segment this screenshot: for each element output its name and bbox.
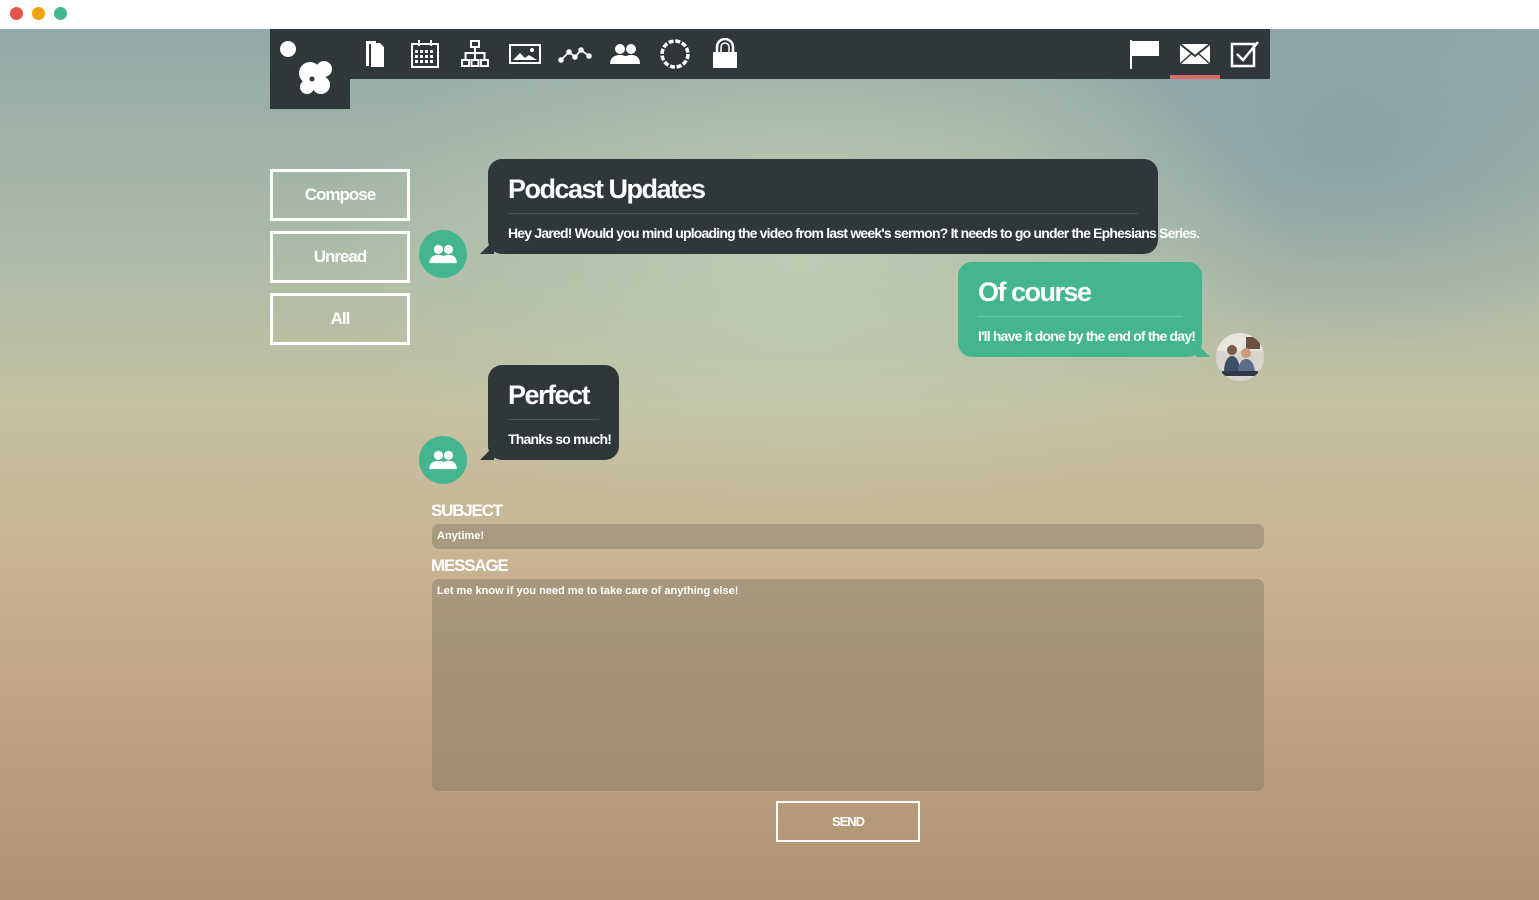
users-icon xyxy=(429,244,457,264)
subject-input[interactable]: Anytime! xyxy=(432,524,1264,549)
top-navbar xyxy=(270,29,1270,79)
users-icon xyxy=(429,450,457,470)
message-bubble[interactable]: Podcast Updates Hey Jared! Would you min… xyxy=(488,159,1200,254)
lock-icon[interactable] xyxy=(700,29,750,79)
message-textarea[interactable]: Let me know if you need me to take care … xyxy=(432,579,1264,791)
message-text: Hey Jared! Would you mind uploading the … xyxy=(508,225,1200,241)
bubble-tail xyxy=(1196,343,1210,357)
document-icon[interactable] xyxy=(350,29,400,79)
compose-button[interactable]: Compose xyxy=(270,169,410,221)
analytics-icon[interactable] xyxy=(550,29,600,79)
logo-bubbles-icon xyxy=(280,41,332,94)
mail-icon[interactable] xyxy=(1170,29,1220,79)
window-zoom-button[interactable] xyxy=(54,7,67,20)
app-logo[interactable] xyxy=(270,29,350,109)
unread-button[interactable]: Unread xyxy=(270,231,410,283)
image-icon[interactable] xyxy=(500,29,550,79)
window-close-button[interactable] xyxy=(10,7,23,20)
divider xyxy=(978,316,1182,317)
sitemap-icon[interactable] xyxy=(450,29,500,79)
message-title: Podcast Updates xyxy=(508,174,706,204)
window-minimize-button[interactable] xyxy=(32,7,45,20)
message-text: Thanks so much! xyxy=(508,431,612,447)
message-title: Perfect xyxy=(508,380,591,410)
group-avatar xyxy=(419,230,467,278)
users-icon[interactable] xyxy=(600,29,650,79)
message-bubble[interactable]: Perfect Thanks so much! xyxy=(488,365,619,460)
message-label: MESSAGE xyxy=(431,556,509,575)
all-button[interactable]: All xyxy=(270,293,410,345)
subject-label: SUBJECT xyxy=(431,501,503,520)
window-titlebar xyxy=(0,0,1539,29)
user-avatar xyxy=(1216,333,1264,381)
message-title: Of course xyxy=(978,277,1092,307)
message-text: I'll have it done by the end of the day! xyxy=(978,328,1196,344)
settings-ring-icon[interactable] xyxy=(650,29,700,79)
calendar-icon[interactable] xyxy=(400,29,450,79)
active-tab-indicator xyxy=(1170,75,1220,79)
divider xyxy=(508,419,599,420)
group-avatar xyxy=(419,436,467,484)
flag-icon[interactable] xyxy=(1120,29,1170,79)
send-button[interactable]: SEND xyxy=(776,801,920,842)
checkbox-icon[interactable] xyxy=(1220,29,1270,79)
divider xyxy=(508,213,1138,214)
message-bubble[interactable]: Of course I'll have it done by the end o… xyxy=(958,262,1202,357)
